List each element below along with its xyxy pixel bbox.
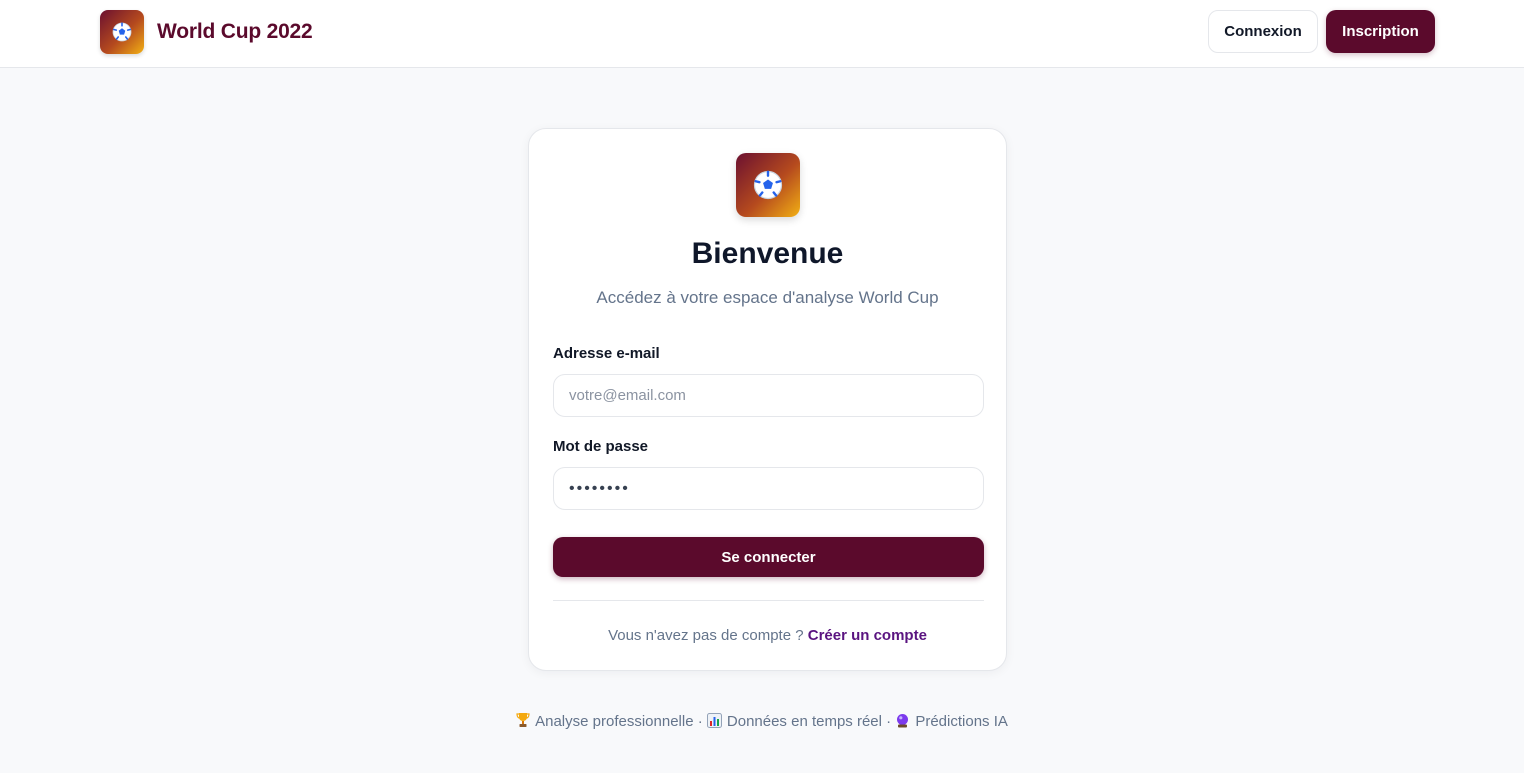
email-input[interactable] — [553, 374, 984, 417]
crystal-ball-icon — [895, 713, 910, 728]
top-navbar: World Cup 2022 Connexion Inscription — [0, 0, 1524, 68]
feature-item: Analyse professionnelle — [516, 713, 698, 730]
no-account-text: Vous n'avez pas de compte ? — [608, 627, 808, 644]
feature-item: Données en temps réel — [706, 713, 886, 730]
create-account-link[interactable]: Créer un compte — [808, 627, 927, 644]
footer-separator: · — [886, 713, 896, 730]
signup-button[interactable]: Inscription — [1326, 10, 1435, 53]
password-input[interactable] — [553, 467, 984, 510]
page-title: Bienvenue — [691, 237, 844, 270]
divider — [553, 600, 984, 601]
card-logo — [736, 153, 800, 217]
feature-label: Prédictions IA — [915, 713, 1008, 730]
bar-chart-icon — [706, 713, 722, 728]
password-label: Mot de passe — [553, 438, 649, 455]
soccer-ball-icon — [112, 22, 132, 42]
brand[interactable]: World Cup 2022 — [100, 10, 313, 54]
soccer-ball-icon — [753, 170, 783, 200]
footer-separator: · — [697, 713, 707, 730]
login-submit-button[interactable]: Se connecter — [553, 537, 984, 577]
app-logo — [100, 10, 144, 54]
login-card: Bienvenue Accédez à votre espace d'analy… — [528, 128, 1007, 671]
feature-item: Prédictions IA — [895, 713, 1008, 730]
create-account-prompt: Vous n'avez pas de compte ? Créer un com… — [529, 627, 1006, 644]
feature-label: Données en temps réel — [726, 713, 882, 730]
page-subtitle: Accédez à votre espace d'analyse World C… — [596, 288, 939, 307]
email-label: Adresse e-mail — [553, 345, 660, 362]
features-footer: Analyse professionnelle · Données en tem… — [0, 712, 1524, 730]
feature-label: Analyse professionnelle — [535, 713, 694, 730]
login-button[interactable]: Connexion — [1208, 10, 1318, 53]
trophy-icon — [516, 712, 530, 728]
brand-title: World Cup 2022 — [157, 20, 313, 43]
